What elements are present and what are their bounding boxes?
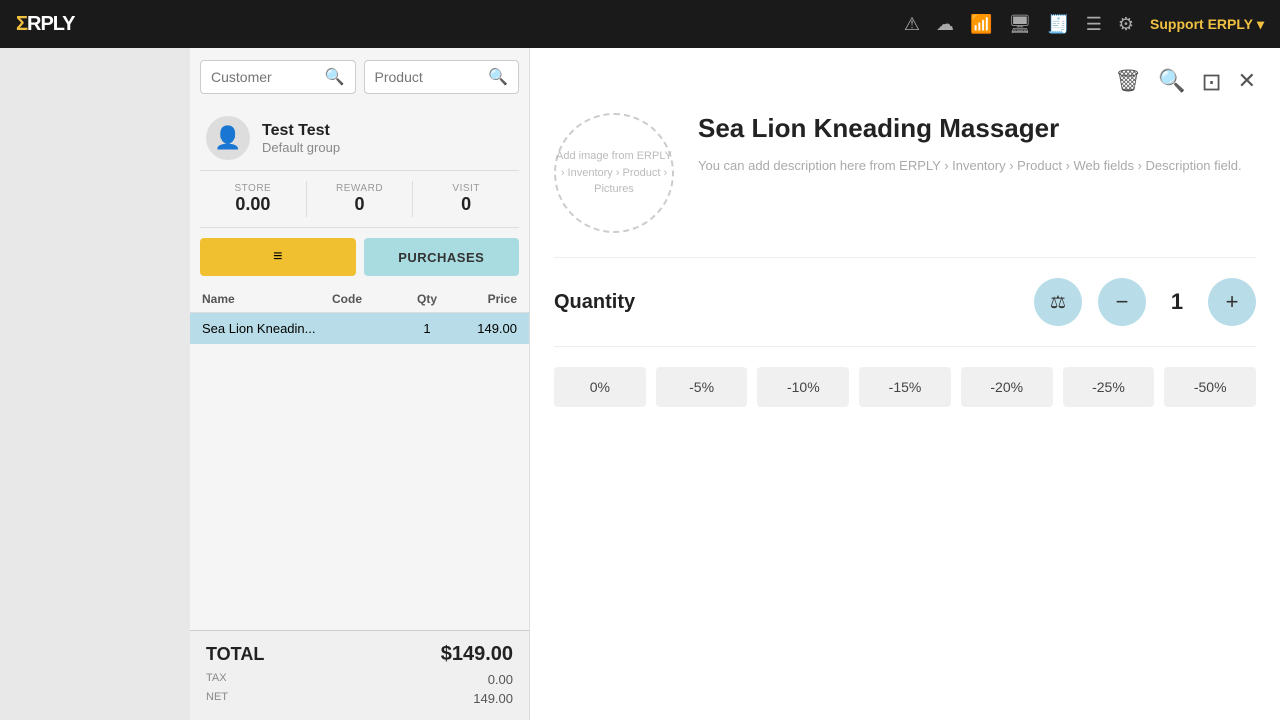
row-qty: 1 — [402, 321, 452, 336]
col-code-header: Code — [332, 292, 402, 306]
discount-section: 0% -5% -10% -15% -20% -25% -50% — [554, 346, 1256, 407]
search-bar: 🔍 🔍 — [190, 48, 529, 106]
row-price: 149.00 — [452, 321, 517, 336]
product-search-icon: 🔍 — [488, 67, 508, 87]
signal-icon[interactable]: 📶 — [970, 14, 992, 35]
quantity-label: Quantity — [554, 291, 1018, 314]
tax-label: TAX — [206, 672, 227, 687]
net-label: NET — [206, 691, 228, 706]
product-info: Sea Lion Kneading Massager You can add d… — [698, 113, 1256, 233]
chevron-down-icon: ▾ — [1257, 16, 1264, 33]
product-panel: 🗑 🔍 ⊡ ✕ Add image from ERPLY › Inventory… — [530, 48, 1280, 720]
stats-row: STORE 0.00 REWARD 0 VISIT 0 — [200, 170, 519, 228]
visit-stat: VISIT 0 — [413, 179, 519, 219]
scale-button[interactable]: ⚖ — [1034, 278, 1082, 326]
pos-panel: 🔍 🔍 👤 Test Test Default group STORE 0.00 — [190, 48, 530, 720]
customer-search-icon: 🔍 — [325, 67, 345, 87]
product-image-placeholder: Add image from ERPLY › Inventory › Produ… — [554, 113, 674, 233]
monitor-icon[interactable]: 🖥 — [1008, 14, 1031, 35]
nav-icons: ⚠ ☁ 📶 🖥 🧾 ☰ ⚙ Support ERPLY ▾ — [904, 14, 1264, 35]
discount-10-button[interactable]: -10% — [757, 367, 849, 407]
quantity-section: Quantity ⚖ − 1 + — [554, 257, 1256, 326]
customer-details: Test Test Default group — [262, 122, 340, 155]
top-navigation: ΣRPLY ⚠ ☁ 📶 🖥 🧾 ☰ ⚙ Support ERPLY ▾ — [0, 0, 1280, 48]
col-qty-header: Qty — [402, 292, 452, 306]
alert-icon[interactable]: ⚠ — [904, 14, 920, 35]
delete-button[interactable]: 🗑 — [1114, 68, 1142, 97]
store-label: STORE — [200, 183, 306, 194]
reward-value: 0 — [307, 194, 413, 215]
totals-section: TOTAL $149.00 TAX 0.00 NET 149.00 — [190, 630, 529, 720]
customer-group: Default group — [262, 140, 340, 155]
resize-button[interactable]: ⊡ — [1201, 68, 1221, 97]
total-value: $149.00 — [441, 643, 513, 666]
product-search-input[interactable] — [375, 69, 483, 85]
discount-20-button[interactable]: -20% — [961, 367, 1053, 407]
product-name: Sea Lion Kneading Massager — [698, 113, 1256, 144]
quantity-value: 1 — [1162, 289, 1192, 315]
action-buttons: ≡ PURCHASES — [190, 228, 529, 286]
net-value: 149.00 — [473, 691, 513, 706]
invoice-icon: ≡ — [273, 248, 282, 266]
net-row: NET 149.00 — [206, 689, 513, 708]
customer-name: Test Test — [262, 122, 340, 140]
support-link[interactable]: Support ERPLY ▾ — [1150, 16, 1264, 33]
product-image-text: Add image from ERPLY › Inventory › Produ… — [556, 148, 672, 198]
store-stat: STORE 0.00 — [200, 179, 306, 219]
col-price-header: Price — [452, 292, 517, 306]
left-sidebar — [0, 48, 190, 720]
menu-icon[interactable]: ☰ — [1086, 14, 1102, 35]
store-value: 0.00 — [200, 194, 306, 215]
visit-value: 0 — [413, 194, 519, 215]
decrease-quantity-button[interactable]: − — [1098, 278, 1146, 326]
customer-search-input[interactable] — [211, 69, 319, 85]
search-button[interactable]: 🔍 — [1158, 68, 1185, 97]
invoice-button[interactable]: ≡ — [200, 238, 356, 276]
discount-0-button[interactable]: 0% — [554, 367, 646, 407]
reward-label: REWARD — [307, 183, 413, 194]
discount-5-button[interactable]: -5% — [656, 367, 748, 407]
avatar: 👤 — [206, 116, 250, 160]
discount-15-button[interactable]: -15% — [859, 367, 951, 407]
app-logo: ΣRPLY — [16, 13, 75, 36]
receipt-icon[interactable]: 🧾 — [1047, 14, 1069, 35]
product-toolbar: 🗑 🔍 ⊡ ✕ — [554, 68, 1256, 97]
customer-search-field[interactable]: 🔍 — [200, 60, 356, 94]
cloud-icon[interactable]: ☁ — [936, 14, 954, 35]
visit-label: VISIT — [413, 183, 519, 194]
product-header: Add image from ERPLY › Inventory › Produ… — [554, 113, 1256, 233]
increase-quantity-button[interactable]: + — [1208, 278, 1256, 326]
table-row[interactable]: Sea Lion Kneadin... 1 149.00 — [190, 313, 529, 344]
customer-info: 👤 Test Test Default group — [190, 106, 529, 170]
avatar-icon: 👤 — [214, 125, 241, 151]
settings-icon[interactable]: ⚙ — [1118, 14, 1134, 35]
discount-25-button[interactable]: -25% — [1063, 367, 1155, 407]
product-description: You can add description here from ERPLY … — [698, 156, 1256, 176]
purchases-button[interactable]: PURCHASES — [364, 238, 520, 276]
main-content: 🔍 🔍 👤 Test Test Default group STORE 0.00 — [0, 48, 1280, 720]
reward-stat: REWARD 0 — [307, 179, 413, 219]
discount-50-button[interactable]: -50% — [1164, 367, 1256, 407]
close-button[interactable]: ✕ — [1238, 68, 1256, 97]
tax-value: 0.00 — [488, 672, 513, 687]
table-header: Name Code Qty Price — [190, 286, 529, 313]
col-name-header: Name — [202, 292, 332, 306]
total-label: TOTAL — [206, 644, 264, 665]
items-table: Name Code Qty Price Sea Lion Kneadin... … — [190, 286, 529, 630]
product-search-field[interactable]: 🔍 — [364, 60, 520, 94]
tax-row: TAX 0.00 — [206, 670, 513, 689]
total-main: TOTAL $149.00 — [206, 643, 513, 666]
row-name: Sea Lion Kneadin... — [202, 321, 332, 336]
